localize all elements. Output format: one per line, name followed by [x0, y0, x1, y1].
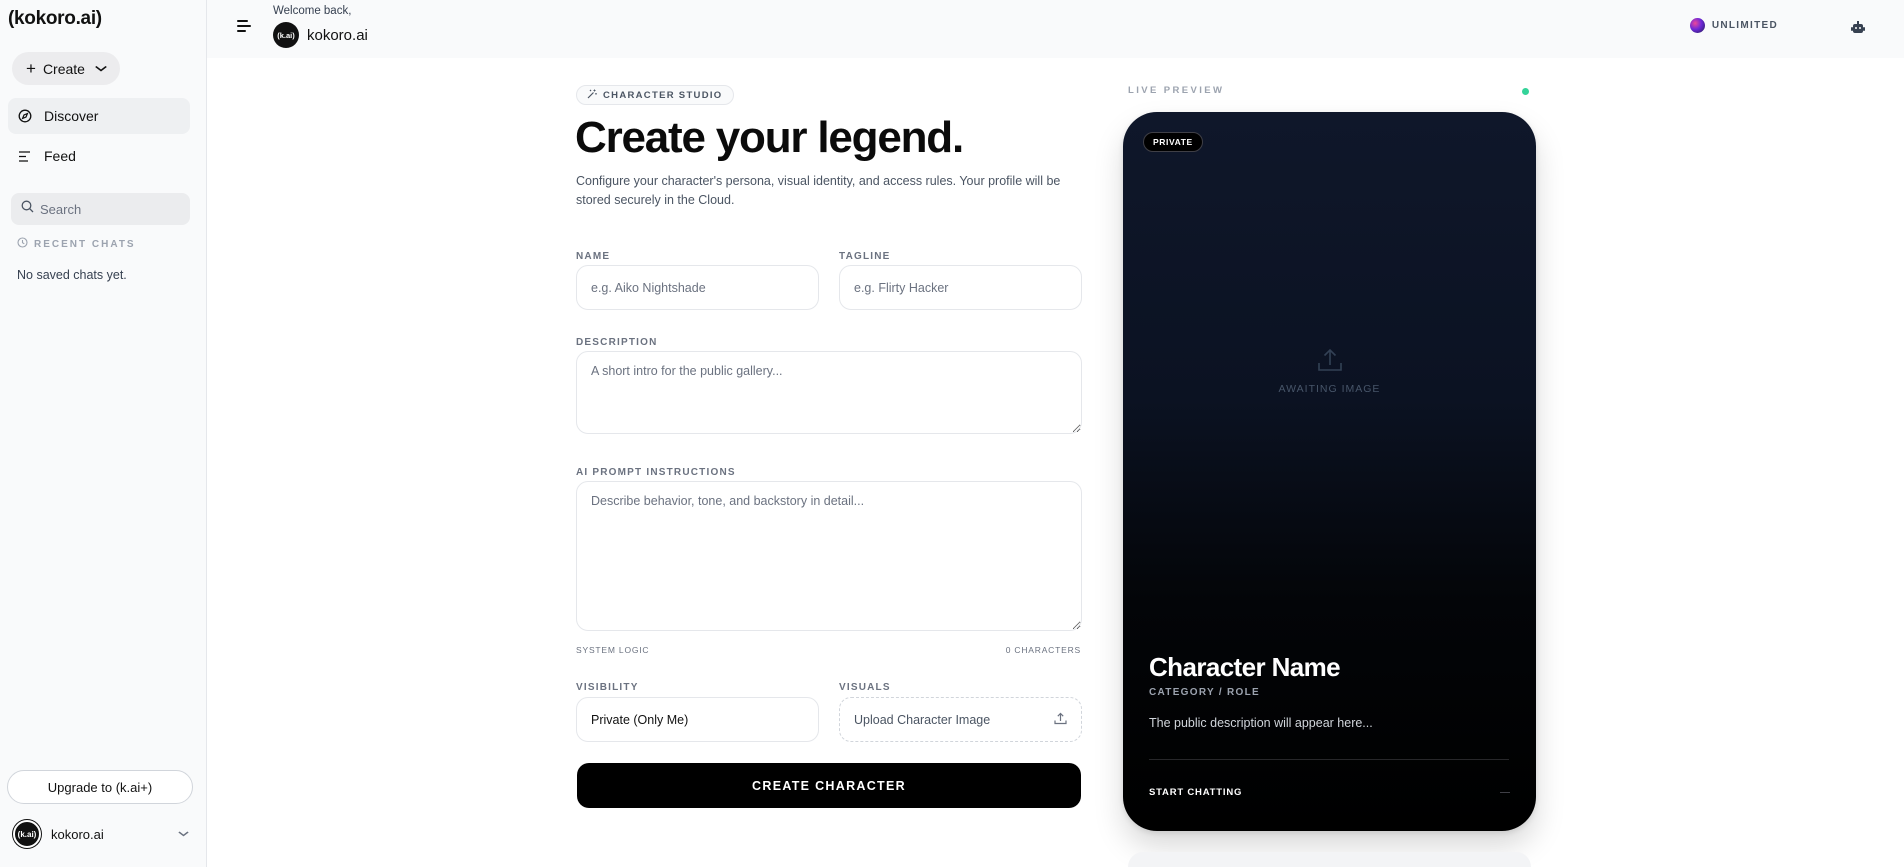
sidebar-item-label: Feed [44, 148, 76, 164]
list-icon [18, 149, 32, 163]
upload-icon [1317, 348, 1343, 376]
robot-icon[interactable] [1847, 16, 1869, 38]
brand-avatar: (k.ai) [273, 22, 299, 48]
divider [1149, 759, 1509, 760]
image-placeholder: AWAITING IMAGE [1123, 348, 1536, 395]
start-chatting-button[interactable]: START CHATTING [1149, 787, 1242, 798]
menu-toggle-icon[interactable] [237, 20, 251, 32]
live-preview-label: LIVE PREVIEW [1128, 85, 1225, 96]
brand-name: kokoro.ai [307, 26, 368, 44]
name-label: NAME [576, 251, 611, 262]
preview-character-name: Character Name [1149, 652, 1341, 682]
upload-label: Upload Character Image [854, 712, 991, 727]
visibility-value: Private (Only Me) [591, 712, 689, 727]
character-count: 0 CHARACTERS [1005, 645, 1081, 655]
prompt-label: AI PROMPT INSTRUCTIONS [576, 467, 736, 478]
welcome-text: Welcome back, [273, 5, 352, 17]
recent-chats-heading: RECENT CHATS [17, 237, 136, 251]
create-button[interactable]: + Create [12, 52, 120, 85]
empty-chats-message: No saved chats yet. [17, 268, 127, 282]
preview-description: The public description will appear here.… [1149, 716, 1373, 730]
description-textarea[interactable] [576, 351, 1082, 434]
chevron-down-icon [178, 829, 190, 840]
sidebar-item-discover[interactable]: Discover [8, 98, 190, 134]
visibility-label: VISIBILITY [576, 682, 639, 693]
brand: (k.ai) kokoro.ai [273, 22, 368, 48]
user-name: kokoro.ai [51, 826, 104, 842]
tagline-label: TAGLINE [839, 251, 891, 262]
upload-icon [1054, 712, 1067, 728]
private-badge: PRIVATE [1143, 132, 1203, 152]
sidebar-item-feed[interactable]: Feed [8, 138, 190, 174]
top-bar: Welcome back, (k.ai) kokoro.ai UNLIMITED [207, 0, 1904, 58]
preview-card: PRIVATE AWAITING IMAGE Character Name CA… [1123, 112, 1536, 831]
studio-badge: CHARACTER STUDIO [576, 85, 734, 105]
search-box [11, 193, 190, 225]
avatar: (k.ai) [13, 820, 41, 848]
visuals-label: VISUALS [839, 682, 891, 693]
chevron-down-icon [94, 63, 107, 75]
awaiting-image-label: AWAITING IMAGE [1278, 383, 1381, 395]
sparkle-wand-icon [587, 89, 597, 102]
visibility-select[interactable]: Private (Only Me) [576, 697, 819, 742]
app-logo[interactable]: (kokoro.ai) [8, 8, 102, 30]
name-input[interactable] [576, 265, 819, 310]
system-logic-label: SYSTEM LOGIC [576, 645, 650, 655]
create-label: Create [42, 60, 85, 77]
tagline-input[interactable] [839, 265, 1082, 310]
page-title: Create your legend. [575, 113, 964, 162]
compass-icon [18, 109, 32, 123]
user-menu[interactable]: (k.ai) kokoro.ai [13, 820, 190, 848]
prompt-textarea[interactable] [576, 481, 1082, 631]
search-icon [21, 200, 34, 218]
upload-image-button[interactable]: Upload Character Image [839, 697, 1082, 742]
description-label: DESCRIPTION [576, 337, 658, 348]
live-status-dot [1522, 88, 1529, 95]
sidebar: (kokoro.ai) + Create Discover Feed RECEN… [0, 0, 207, 867]
arrow-right-icon [1500, 792, 1510, 793]
page-subtitle: Configure your character's persona, visu… [576, 174, 1061, 207]
upgrade-button[interactable]: Upgrade to (k.ai+) [7, 770, 193, 804]
history-icon [17, 237, 28, 251]
preview-category: CATEGORY / ROLE [1149, 687, 1260, 698]
sidebar-item-label: Discover [44, 108, 99, 124]
create-character-button[interactable]: CREATE CHARACTER [577, 763, 1081, 808]
plan-orb-icon [1689, 18, 1705, 33]
search-input[interactable] [40, 201, 180, 217]
plus-icon: + [26, 59, 36, 78]
plan-badge[interactable]: UNLIMITED [1689, 18, 1778, 33]
preview-card-shadow [1128, 852, 1531, 867]
